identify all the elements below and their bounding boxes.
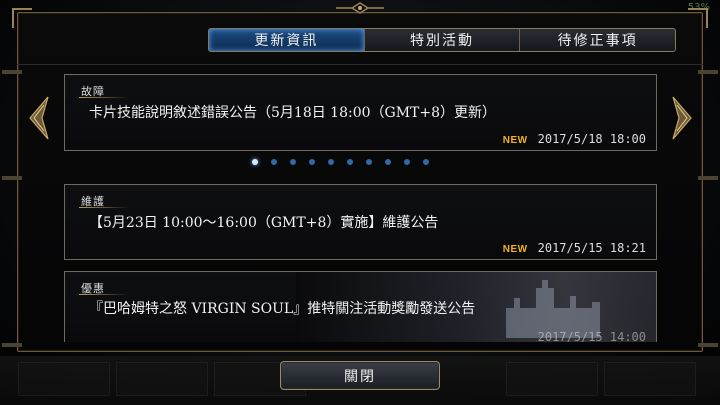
side-ornament (2, 176, 22, 180)
news-date: 2017/5/18 18:00 (537, 132, 646, 146)
pager-dot[interactable] (404, 159, 410, 165)
frame-corner (12, 8, 32, 28)
close-button[interactable]: 關閉 (280, 361, 440, 390)
tab-special-events[interactable]: 特別活動 (365, 29, 521, 51)
pager-dot[interactable] (385, 159, 391, 165)
side-ornament (698, 176, 718, 180)
pager-dot[interactable] (271, 159, 277, 165)
castle-illustration (506, 280, 600, 338)
tab-known-issues[interactable]: 待修正事項 (520, 29, 675, 51)
new-badge: NEW (502, 244, 528, 255)
divider (17, 64, 703, 65)
background-hud-cell (506, 362, 598, 396)
tab-bar: 更新資訊 特別活動 待修正事項 (208, 28, 676, 52)
side-ornament (2, 70, 22, 74)
background-hud-cell (604, 362, 696, 396)
new-badge: NEW (502, 135, 528, 146)
side-ornament (2, 343, 22, 347)
tab-updates[interactable]: 更新資訊 (209, 29, 365, 51)
pager-dot[interactable] (423, 159, 429, 165)
pager-dot[interactable] (366, 159, 372, 165)
frame-corner (688, 8, 708, 28)
pager-dot[interactable] (290, 159, 296, 165)
news-meta: 2017/5/15 14:00 (538, 330, 646, 342)
news-title: 【5月23日 10:00～16:00（GMT+8）實施】維護公告 (89, 215, 439, 231)
arrow-right-icon[interactable] (671, 95, 693, 141)
pager-dot[interactable] (347, 159, 353, 165)
side-ornament (698, 343, 718, 347)
news-meta: NEW 2017/5/15 18:21 (503, 241, 646, 255)
pager-dot[interactable] (328, 159, 334, 165)
background-hud-cell (116, 362, 208, 396)
news-title: 卡片技能說明敘述錯誤公告（5月18日 18:00（GMT+8）更新） (89, 105, 497, 121)
pager-dot[interactable] (309, 159, 315, 165)
top-ornament-icon (336, 2, 384, 14)
news-date: 2017/5/15 14:00 (537, 330, 646, 342)
side-ornament (698, 70, 718, 74)
category-underline (79, 294, 129, 295)
pager-dot[interactable] (252, 159, 258, 165)
news-date: 2017/5/15 18:21 (537, 241, 646, 255)
news-card[interactable]: 優惠 『巴哈姆特之怒 VIRGIN SOUL』推特關注活動獎勵發送公告 2017… (64, 271, 657, 342)
category-underline (79, 97, 129, 98)
arrow-left-icon[interactable] (28, 95, 50, 141)
background-hud-cell (18, 362, 110, 396)
news-title: 『巴哈姆特之怒 VIRGIN SOUL』推特關注活動獎勵發送公告 (89, 301, 476, 317)
pager-dots (252, 159, 429, 165)
news-card[interactable]: 維護 【5月23日 10:00～16:00（GMT+8）實施】維護公告 NEW … (64, 184, 657, 260)
news-meta: NEW 2017/5/18 18:00 (503, 132, 646, 146)
news-card[interactable]: 故障 卡片技能說明敘述錯誤公告（5月18日 18:00（GMT+8）更新） NE… (64, 74, 657, 151)
category-underline (79, 207, 129, 208)
